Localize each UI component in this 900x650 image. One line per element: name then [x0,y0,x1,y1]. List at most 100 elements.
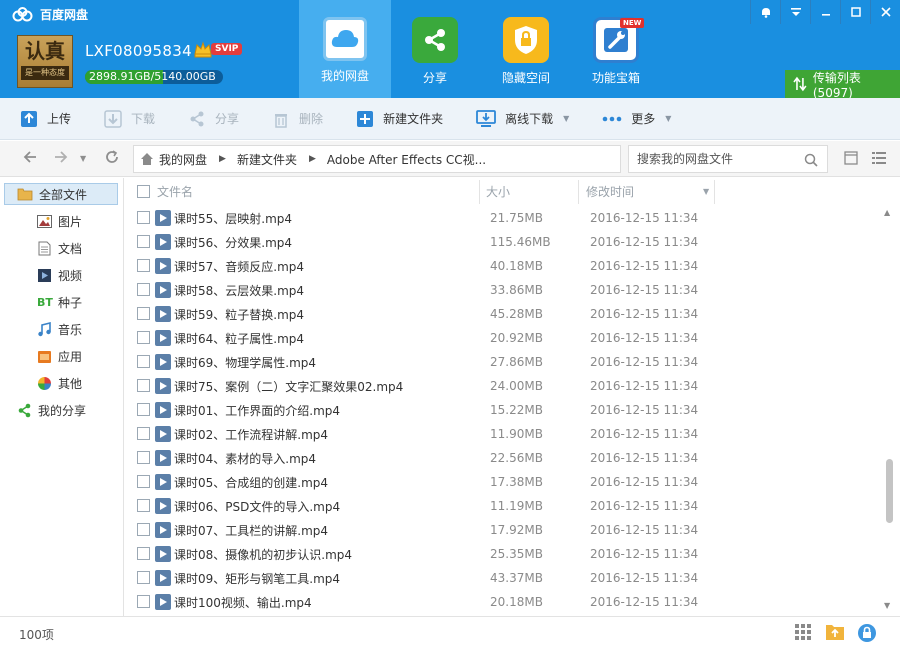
sidebar-item-apps[interactable]: 应用 [37,345,82,367]
file-row[interactable]: 课时04、素材的导入.mp4 22.56MB 2016-12-15 11:34 [125,446,885,470]
upload-button[interactable]: 上传 [0,98,84,140]
breadcrumb-current[interactable]: Adobe After Effects CC视... [327,151,486,168]
file-name[interactable]: 课时57、音频反应.mp4 [174,258,304,275]
search-box[interactable] [628,145,828,173]
file-name[interactable]: 课时04、素材的导入.mp4 [174,450,316,467]
sidebar-item-images[interactable]: 图片 [37,210,82,232]
sidebar-item-torrents[interactable]: BT 种子 [37,291,82,313]
tab-share[interactable]: 分享 [389,0,481,98]
file-row[interactable]: 课时07、工具栏的讲解.mp4 17.92MB 2016-12-15 11:34 [125,518,885,542]
file-name[interactable]: 课时56、分效果.mp4 [174,234,292,251]
history-dropdown-icon[interactable]: ▼ [80,149,86,169]
row-checkbox[interactable] [137,307,150,320]
file-row[interactable]: 课时55、层映射.mp4 21.75MB 2016-12-15 11:34 [125,206,885,230]
home-icon[interactable] [140,152,154,166]
file-row[interactable]: 课时01、工作界面的介绍.mp4 15.22MB 2016-12-15 11:34 [125,398,885,422]
row-checkbox[interactable] [137,523,150,536]
tab-toolbox[interactable]: 功能宝箱 [570,0,662,98]
search-input[interactable] [637,152,797,166]
column-name[interactable]: 文件名 [157,178,193,206]
file-name[interactable]: 课时58、云层效果.mp4 [174,282,304,299]
row-checkbox[interactable] [137,451,150,464]
new-folder-button[interactable]: 新建文件夹 [336,98,456,140]
file-name[interactable]: 课时08、摄像机的初步认识.mp4 [174,546,352,563]
column-modified-time[interactable]: 修改时间 [586,178,634,206]
file-row[interactable]: 课时09、矩形与钢笔工具.mp4 43.37MB 2016-12-15 11:34 [125,566,885,590]
row-checkbox[interactable] [137,403,150,416]
download-button[interactable]: 下载 [84,98,168,140]
file-row[interactable]: 课时69、物理学属性.mp4 27.86MB 2016-12-15 11:34 [125,350,885,374]
scrollbar[interactable]: ▲ ▼ [882,208,896,610]
tab-hidden-space[interactable]: 隐藏空间 [480,0,572,98]
menu-icon[interactable] [780,0,810,24]
row-checkbox[interactable] [137,211,150,224]
row-checkbox[interactable] [137,475,150,488]
file-row[interactable]: 课时56、分效果.mp4 115.46MB 2016-12-15 11:34 [125,230,885,254]
row-checkbox[interactable] [137,595,150,608]
svip-badge[interactable]: SVIP [193,40,243,58]
file-name[interactable]: 课时09、矩形与钢笔工具.mp4 [174,570,340,587]
offline-download-button[interactable]: 离线下载 ▼ [456,98,582,140]
search-icon[interactable] [804,153,818,167]
row-checkbox[interactable] [137,379,150,392]
sidebar-item-videos[interactable]: 视频 [37,264,82,286]
file-name[interactable]: 课时69、物理学属性.mp4 [174,354,316,371]
breadcrumb-folder[interactable]: 新建文件夹 [237,151,297,168]
avatar[interactable]: 认真 是一种态度 [17,35,73,88]
file-name[interactable]: 课时64、粒子属性.mp4 [174,330,304,347]
file-row[interactable]: 课时57、音频反应.mp4 40.18MB 2016-12-15 11:34 [125,254,885,278]
file-row[interactable]: 课时59、粒子替换.mp4 45.28MB 2016-12-15 11:34 [125,302,885,326]
scroll-down-icon[interactable]: ▼ [884,601,890,610]
file-name[interactable]: 课时01、工作界面的介绍.mp4 [174,402,340,419]
more-button[interactable]: 更多 ▼ [582,98,684,140]
file-row[interactable]: 课时05、合成组的创建.mp4 17.38MB 2016-12-15 11:34 [125,470,885,494]
select-all-checkbox[interactable] [137,185,150,198]
file-row[interactable]: 课时75、案例（二）文字汇聚效果02.mp4 24.00MB 2016-12-15 … [125,374,885,398]
scroll-up-icon[interactable]: ▲ [884,208,890,217]
close-icon[interactable] [870,0,900,24]
row-checkbox[interactable] [137,499,150,512]
scrollbar-thumb[interactable] [886,459,893,523]
tab-my-netdisk[interactable]: 我的网盘 [299,0,391,98]
column-size[interactable]: 大小 [486,178,510,206]
file-row[interactable]: 课时58、云层效果.mp4 33.86MB 2016-12-15 11:34 [125,278,885,302]
row-checkbox[interactable] [137,427,150,440]
row-checkbox[interactable] [137,235,150,248]
file-row[interactable]: 课时08、摄像机的初步认识.mp4 25.35MB 2016-12-15 11:34 [125,542,885,566]
safe-lock-icon[interactable] [857,623,877,646]
file-name[interactable]: 课时100视频、输出.mp4 [174,594,312,611]
sidebar-item-documents[interactable]: 文档 [37,237,82,259]
file-name[interactable]: 课时59、粒子替换.mp4 [174,306,304,323]
file-name[interactable]: 课时05、合成组的创建.mp4 [174,474,328,491]
bell-icon[interactable] [750,0,780,24]
file-row[interactable]: 课时100视频、输出.mp4 20.18MB 2016-12-15 11:34 [125,590,885,614]
transfer-list-button[interactable]: 传输列表(5097) [785,70,900,100]
sidebar-item-music[interactable]: 音乐 [37,318,82,340]
row-checkbox[interactable] [137,547,150,560]
file-name[interactable]: 课时75、案例（二）文字汇聚效果02.mp4 [174,378,403,395]
row-checkbox[interactable] [137,331,150,344]
row-checkbox[interactable] [137,355,150,368]
preview-pane-icon[interactable] [844,151,858,168]
sort-down-icon[interactable]: ▼ [703,178,709,206]
share-button[interactable]: 分享 [168,98,252,140]
back-arrow-icon[interactable] [22,149,38,169]
file-row[interactable]: 课时64、粒子属性.mp4 20.92MB 2016-12-15 11:34 [125,326,885,350]
sidebar-item-all-files[interactable]: 全部文件 [4,183,118,205]
row-checkbox[interactable] [137,571,150,584]
file-name[interactable]: 课时02、工作流程讲解.mp4 [174,426,328,443]
username[interactable]: LXF08095834 [85,42,192,60]
row-checkbox[interactable] [137,259,150,272]
file-name[interactable]: 课时07、工具栏的讲解.mp4 [174,522,328,539]
upload-folder-icon[interactable] [825,623,845,644]
minimize-icon[interactable] [810,0,840,24]
forward-arrow-icon[interactable] [53,149,69,169]
list-view-icon[interactable] [872,151,886,168]
refresh-icon[interactable] [104,149,120,169]
file-row[interactable]: 课时02、工作流程讲解.mp4 11.90MB 2016-12-15 11:34 [125,422,885,446]
file-name[interactable]: 课时55、层映射.mp4 [174,210,292,227]
sidebar-item-my-shares[interactable]: 我的分享 [17,399,86,421]
delete-button[interactable]: 删除 [252,98,336,140]
maximize-icon[interactable] [840,0,870,24]
grid-view-icon[interactable] [794,623,812,644]
